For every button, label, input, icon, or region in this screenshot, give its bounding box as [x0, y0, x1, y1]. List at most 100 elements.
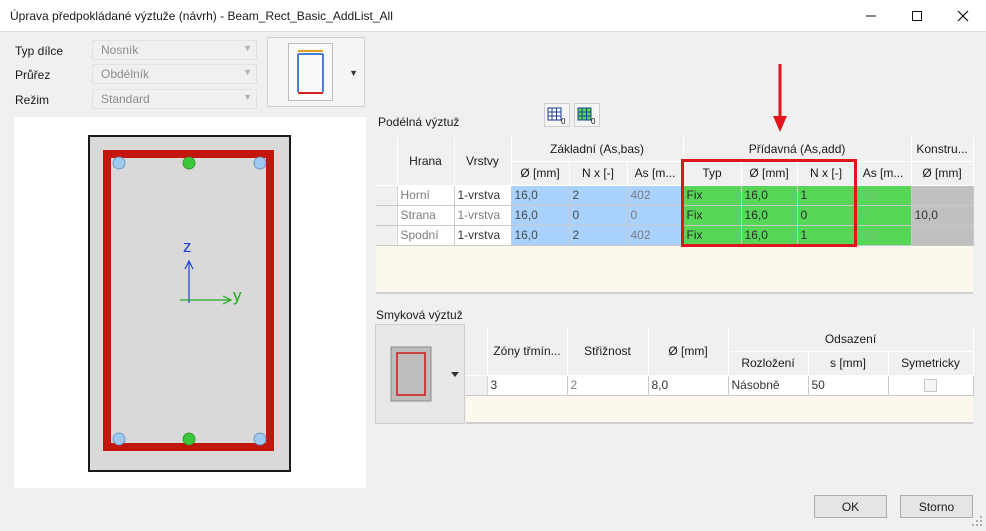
cell-kon-diam[interactable] [911, 225, 974, 246]
resize-grip-icon[interactable] [970, 514, 984, 528]
close-icon [957, 10, 969, 21]
reinforcement-template-dropdown[interactable]: ▼ [267, 37, 365, 107]
cell-zony[interactable]: 3 [487, 375, 568, 396]
cell-bas-as: 402 [627, 185, 684, 206]
cancel-button[interactable]: Storno [900, 495, 973, 518]
table-row: Spodní 1-vrstva 16,0 2 402 Fix 16,0 1 20… [376, 225, 974, 246]
col-hrana: Hrana [397, 137, 455, 186]
shear-table: Zóny třmín... Střižnost Ø [mm] Odsazení … [466, 327, 974, 422]
svg-text:0: 0 [561, 117, 566, 125]
chevron-down-icon: ▼ [243, 67, 252, 77]
cell-vrstvy[interactable]: 1-vrstva [454, 205, 512, 226]
col-bas-diam: Ø [mm] [511, 161, 570, 186]
stirrup-type-dropdown[interactable] [375, 324, 465, 424]
table-row: Horní 1-vrstva 16,0 2 402 Fix 16,0 1 201 [376, 185, 974, 206]
rebar-top-added [182, 156, 196, 170]
rebar-bottom-left [112, 432, 126, 446]
typ-dilce-combo: Nosník ▼ [92, 40, 257, 60]
col-add-as: As [m... [855, 161, 912, 186]
col-strih: Střižnost [567, 327, 649, 376]
table-row: 3 2 8,0 Násobně 50 [466, 375, 974, 396]
cross-section-view: z y [14, 117, 366, 488]
template-preview [288, 43, 333, 101]
rezim-combo: Standard ▼ [92, 89, 257, 109]
row-header [466, 375, 488, 396]
maximize-icon [912, 10, 922, 21]
col-zony: Zóny třmín... [487, 327, 568, 376]
typ-dilce-value: Nosník [101, 43, 139, 57]
col-symetricky: Symetricky [888, 351, 974, 376]
cell-bas-n[interactable]: 2 [569, 185, 628, 206]
cell-diam[interactable]: 8,0 [648, 375, 729, 396]
cell-vrstvy[interactable]: 1-vrstva [454, 185, 512, 206]
rebar-top-right [253, 156, 267, 170]
axis-y-label: y [233, 286, 242, 305]
cell-bas-as: 0 [627, 205, 684, 226]
ok-button[interactable]: OK [814, 495, 887, 518]
cell-add-as: 201 [855, 225, 912, 246]
symetricky-checkbox[interactable] [924, 379, 937, 393]
group-konstru: Konstru... [911, 137, 974, 162]
prop-label-typ-dilce: Typ dílce [15, 44, 64, 58]
shear-title: Smyková výztuž [376, 308, 463, 322]
title-bar: Úprava předpokládané výztuže (návrh) - B… [0, 0, 986, 31]
grid-zero-green-icon: 0 [577, 107, 596, 125]
col-bas-as: As [m... [627, 161, 684, 186]
col-bas-n: N x [-] [569, 161, 628, 186]
cell-kon-diam[interactable] [911, 185, 974, 206]
cell-s[interactable]: 50 [808, 375, 889, 396]
minimize-button[interactable] [848, 0, 894, 31]
grid-zero-icon: 0 [547, 107, 566, 125]
cell-add-as: 0 [855, 205, 912, 226]
cell-hrana: Strana [397, 205, 455, 226]
prurez-value: Obdélník [101, 67, 150, 81]
cell-bas-diam[interactable]: 16,0 [511, 225, 570, 246]
cell-rozlozeni[interactable]: Násobně [728, 375, 809, 396]
annotation-highlight-box [681, 159, 857, 247]
beam-template-icon [297, 50, 324, 94]
cell-vrstvy[interactable]: 1-vrstva [454, 225, 512, 246]
svg-text:0: 0 [591, 117, 596, 125]
prurez-combo: Obdélník ▼ [92, 64, 257, 84]
cell-hrana: Horní [397, 185, 455, 206]
table-divider [376, 292, 973, 294]
rebar-bottom-added [182, 432, 196, 446]
col-s: s [mm] [808, 351, 889, 376]
prop-label-rezim: Režim [15, 93, 50, 107]
col-kon-diam: Ø [mm] [911, 161, 974, 186]
maximize-button[interactable] [894, 0, 940, 31]
annotation-arrow-icon [773, 64, 787, 132]
row-header [376, 185, 398, 206]
axis-z-label: z [183, 237, 192, 256]
rezim-value: Standard [101, 92, 150, 106]
longitudinal-table: Hrana Vrstvy Základní (As,bas) Přídavná … [376, 137, 974, 294]
cell-strih: 2 [567, 375, 649, 396]
stirrup-icon [390, 346, 459, 402]
table-row: Strana 1-vrstva 16,0 0 0 Fix 16,0 0 0 10… [376, 205, 974, 226]
rebar-top-left [112, 156, 126, 170]
cell-bas-n[interactable]: 0 [569, 205, 628, 226]
cell-bas-n[interactable]: 2 [569, 225, 628, 246]
cell-bas-as: 402 [627, 225, 684, 246]
chevron-down-icon: ▼ [243, 43, 252, 53]
col-rozlozeni: Rozložení [728, 351, 809, 376]
chevron-down-icon: ▼ [243, 92, 252, 102]
cell-symetricky [888, 375, 974, 396]
reset-base-button[interactable]: 0 [544, 103, 570, 127]
table-divider [466, 422, 973, 424]
col-vrstvy: Vrstvy [454, 137, 512, 186]
reset-added-button[interactable]: 0 [574, 103, 600, 127]
group-zakladni: Základní (As,bas) [511, 137, 684, 162]
cell-bas-diam[interactable]: 16,0 [511, 185, 570, 206]
close-button[interactable] [940, 0, 986, 31]
chevron-down-icon: ▼ [349, 68, 358, 78]
col-diam: Ø [mm] [648, 327, 729, 376]
minimize-icon [866, 15, 876, 16]
group-pridavna: Přídavná (As,add) [683, 137, 912, 162]
window-title: Úprava předpokládané výztuže (návrh) - B… [10, 9, 393, 23]
cross-section-drawing [88, 135, 291, 472]
concrete-section [88, 135, 291, 472]
prop-label-prurez: Průřez [15, 68, 51, 82]
cell-bas-diam[interactable]: 16,0 [511, 205, 570, 226]
cell-kon-diam[interactable]: 10,0 [911, 205, 974, 226]
